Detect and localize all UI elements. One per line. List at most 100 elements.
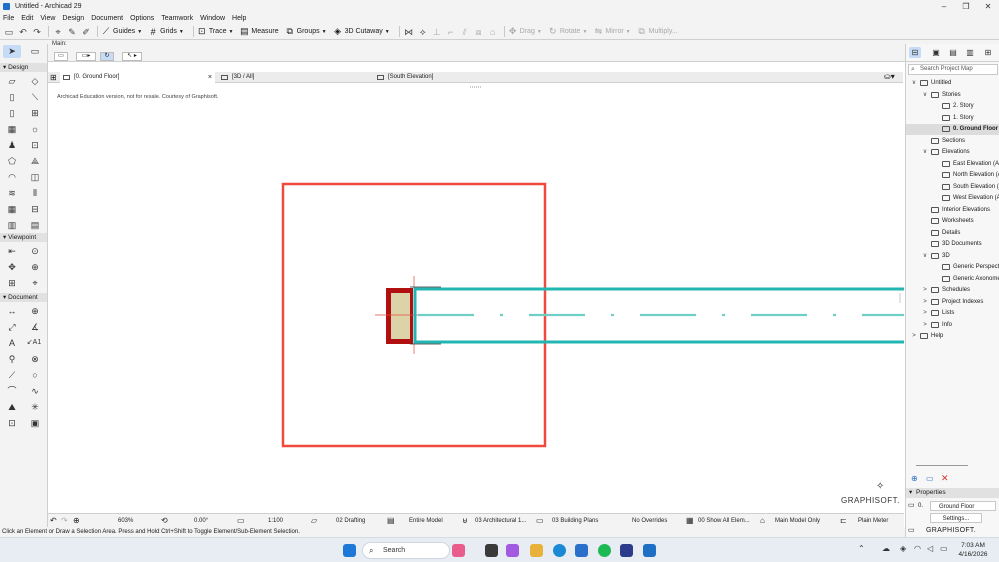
publisher-sets-icon[interactable]: ▥ — [964, 47, 976, 58]
curtain-wall-tool-icon[interactable]: ◇ — [28, 75, 42, 87]
groups-button[interactable]: ⧉ Groups ▼ — [285, 26, 326, 37]
tree-item[interactable]: > Project Indexes — [906, 297, 999, 308]
inject-icon[interactable]: ✐ — [80, 26, 92, 38]
task-view-icon[interactable] — [485, 544, 498, 557]
chevron-right-icon[interactable]: > — [921, 297, 929, 308]
door-tool-icon[interactable]: ▯ — [5, 107, 19, 119]
store-icon[interactable] — [575, 544, 588, 557]
new-file-icon[interactable]: ▭ — [3, 26, 15, 38]
overrides-value[interactable]: No Overrides — [632, 514, 667, 528]
tab-3d-all[interactable]: [3D / All] — [218, 72, 373, 83]
angle-dimension-tool-icon[interactable]: ∡ — [28, 321, 42, 333]
pen-set-icon[interactable]: ▱ — [311, 514, 317, 528]
stair-tool-icon[interactable]: ≋ — [5, 187, 19, 199]
tree-item[interactable]: North Elevation (Auto- — [906, 170, 999, 181]
measure-button[interactable]: ▤ Measure — [239, 26, 279, 37]
trace-button[interactable]: ⊡ Trace ▼ — [197, 26, 233, 37]
volume-icon[interactable]: ◁ — [927, 544, 933, 553]
wall-tool-icon[interactable]: ▱ — [5, 75, 19, 87]
railing-tool-icon[interactable]: ⫴ — [28, 187, 42, 199]
rotation-icon[interactable]: ↻ — [100, 52, 114, 61]
multiply-button[interactable]: ⧉ Multiply... — [637, 26, 677, 37]
window-tool-icon[interactable]: ⊞ — [28, 107, 42, 119]
chevron-down-icon[interactable]: ∨ — [921, 90, 929, 101]
offset-icon[interactable]: ⧈ — [473, 26, 485, 38]
document-category-header[interactable]: ▾ Document — [0, 293, 47, 302]
menu-options[interactable]: Options — [130, 15, 154, 22]
unit-icon[interactable]: ⊏ — [840, 514, 847, 528]
fillet-icon[interactable]: ⌐ — [445, 26, 457, 38]
widgets-icon[interactable] — [452, 544, 465, 557]
chevron-down-icon[interactable]: ∨ — [921, 251, 929, 262]
line-tool-icon[interactable]: ⟋ — [5, 369, 19, 381]
taskbar-search[interactable]: ⌕ Search — [362, 542, 450, 559]
tree-item[interactable]: Interior Elevations — [906, 205, 999, 216]
chevron-right-icon[interactable]: > — [910, 331, 918, 342]
plan-canvas[interactable]: Archicad Education version, not for resa… — [48, 83, 904, 513]
tree-item[interactable]: Generic Axonometry — [906, 274, 999, 285]
dimension-tool-icon[interactable]: ↔ — [5, 305, 19, 317]
close-icon[interactable]: × — [208, 72, 212, 83]
grids-button[interactable]: # Grids ▼ — [148, 27, 184, 37]
arrow-tool-icon[interactable]: ➤ — [3, 45, 21, 58]
interior-elevation-tool-icon[interactable]: ✥ — [5, 261, 19, 273]
intersect-icon[interactable]: ⊥ — [431, 26, 443, 38]
mirror-button[interactable]: ⇋ Mirror ▼ — [593, 26, 631, 37]
tree-item[interactable]: > Schedules — [906, 285, 999, 296]
tree-item[interactable]: East Elevation (Auto-re — [906, 159, 999, 170]
sparkle-icon[interactable]: ✧ — [876, 481, 884, 492]
viewpoint-category-header[interactable]: ▾ Viewpoint — [0, 233, 47, 242]
trim-icon[interactable]: ⋈ — [403, 26, 415, 38]
lock-icon[interactable]: ⌂ — [487, 26, 499, 38]
chevron-up-icon[interactable]: ⌃ — [858, 544, 865, 553]
tree-item[interactable]: ∨ Stories — [906, 90, 999, 101]
panel-splitter[interactable] — [916, 465, 968, 466]
file-explorer-icon[interactable] — [530, 544, 543, 557]
detail-tool-icon[interactable]: ⊞ — [5, 277, 19, 289]
structure-icon[interactable]: ⌂ — [760, 514, 765, 528]
view-value[interactable]: 03 Building Plans — [552, 514, 598, 528]
tree-item[interactable]: ∨ 3D — [906, 251, 999, 262]
tree-item[interactable]: 2. Story — [906, 101, 999, 112]
morph-tool-icon[interactable]: ◫ — [28, 171, 42, 183]
scale-icon[interactable]: ▭ — [237, 514, 245, 528]
camera-tool-icon[interactable]: ⌖ — [28, 277, 42, 289]
menu-teamwork[interactable]: Teamwork — [161, 15, 193, 22]
marker-tool-icon[interactable]: ⚲ — [5, 353, 19, 365]
zoom-icon[interactable]: ⊕ — [73, 514, 80, 528]
opening-tool-icon[interactable]: ⊡ — [28, 139, 42, 151]
project-map-icon[interactable]: ⊟ — [909, 47, 921, 58]
rotate-button[interactable]: ↻ Rotate ▼ — [548, 26, 587, 37]
taskbar-clock[interactable]: 7:03 AM 4/16/2026 — [953, 541, 993, 559]
tab-overview-icon[interactable]: ⊞ — [50, 73, 57, 82]
minimize-button[interactable]: – — [933, 2, 955, 11]
geometry-method-selector[interactable]: ▭▸ — [76, 52, 96, 61]
beam-tool-icon[interactable]: ⟍ — [28, 91, 42, 103]
start-icon[interactable] — [343, 544, 356, 557]
layer-combo-value[interactable]: 03 Architectural 1... — [475, 514, 526, 528]
layout-book-icon[interactable]: ▤ — [947, 47, 959, 58]
tree-item[interactable]: 1. Story — [906, 113, 999, 124]
design-category-header[interactable]: ▾ Design — [0, 63, 47, 72]
spotify-icon[interactable] — [598, 544, 611, 557]
pick-up-icon[interactable]: ✎ — [66, 26, 78, 38]
arrow-selector[interactable]: ↖ ▸ — [122, 52, 142, 61]
rotate-view-icon[interactable]: ⟲ — [161, 514, 168, 528]
wifi-icon[interactable]: ◠ — [914, 544, 921, 553]
chevron-right-icon[interactable]: > — [921, 285, 929, 296]
renovation-icon[interactable]: ▦ — [686, 514, 694, 528]
menu-view[interactable]: View — [40, 15, 55, 22]
maximize-button[interactable]: ❐ — [955, 2, 977, 11]
menu-help[interactable]: Help — [232, 15, 246, 22]
curtain-panel-tool-icon[interactable]: ▥ — [5, 219, 19, 231]
column-tool-icon[interactable]: ▯ — [5, 91, 19, 103]
text-tool-icon[interactable]: A — [5, 337, 19, 349]
hotspot-tool-icon[interactable]: ⛰ — [5, 401, 19, 413]
drag-button[interactable]: ✥ Drag ▼ — [508, 26, 542, 37]
scale-value[interactable]: 1:100 — [268, 514, 283, 528]
tree-item[interactable]: Worksheets — [906, 216, 999, 227]
polyline-tool-icon[interactable]: ⌒ — [5, 385, 19, 397]
plan-drawing[interactable] — [48, 83, 904, 513]
shell-tool-icon[interactable]: ◠ — [5, 171, 19, 183]
fill-tool-icon[interactable]: ⊗ — [28, 353, 42, 365]
